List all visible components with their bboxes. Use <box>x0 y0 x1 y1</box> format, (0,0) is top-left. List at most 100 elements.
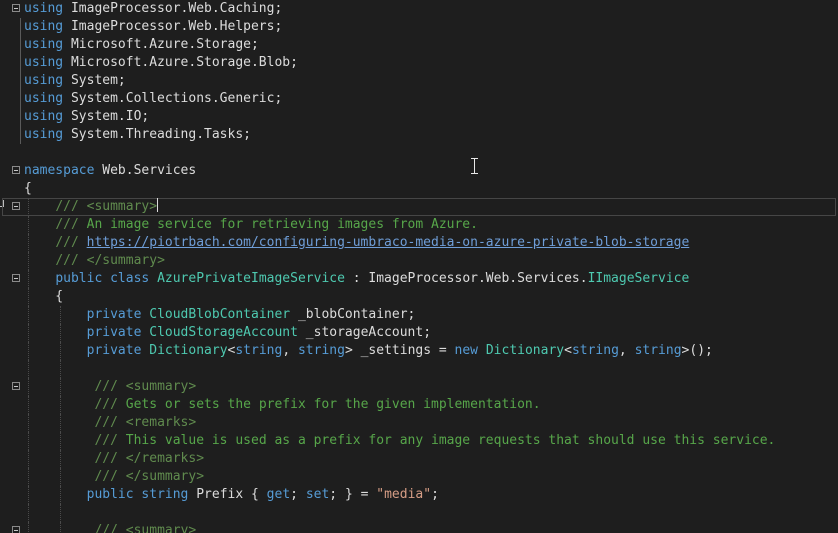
indent-guide <box>20 54 21 72</box>
code-line[interactable]: /// <summary> <box>2 198 836 216</box>
code-line[interactable]: using Microsoft.Azure.Storage; <box>0 36 838 54</box>
code-line[interactable]: /// </summary> <box>0 252 838 270</box>
code-line[interactable]: /// <remarks> <box>0 414 838 432</box>
code-token: using <box>24 73 64 88</box>
code-line[interactable]: namespace Web.Services <box>0 162 838 180</box>
code-line[interactable]: public class AzurePrivateImageService : … <box>0 270 838 288</box>
code-token: set <box>305 487 330 502</box>
code-line[interactable]: private CloudStorageAccount _storageAcco… <box>0 324 838 342</box>
code-text: { <box>24 288 63 306</box>
code-text: private Dictionary<string, string> _sett… <box>24 342 713 360</box>
code-token: : ImageProcessor.Web.Services. <box>344 271 588 286</box>
code-token: /// <box>94 379 118 394</box>
code-token: using <box>24 127 64 142</box>
code-line[interactable]: /// An image service for retrieving imag… <box>0 216 838 234</box>
code-token: < <box>564 343 572 358</box>
code-line[interactable] <box>0 144 838 162</box>
code-line[interactable]: /// </remarks> <box>0 450 838 468</box>
code-token: AzurePrivateImageService <box>157 271 345 286</box>
code-line[interactable]: { <box>0 180 838 198</box>
code-line[interactable]: public string Prefix { get; set; } = "me… <box>0 486 838 504</box>
code-line[interactable]: using System; <box>0 72 838 90</box>
code-line[interactable]: /// <summary> <box>0 522 838 533</box>
collapse-toggle-icon[interactable] <box>12 274 20 282</box>
code-token: /// <box>94 397 118 412</box>
code-text: /// An image service for retrieving imag… <box>24 216 478 234</box>
code-token: { <box>24 289 64 304</box>
code-line[interactable]: private Dictionary<string, string> _sett… <box>0 342 838 360</box>
code-text: /// <remarks> <box>24 414 196 432</box>
code-line[interactable]: /// <summary> <box>0 378 838 396</box>
collapse-toggle-icon[interactable] <box>12 382 20 390</box>
code-text: /// <summary> <box>24 522 196 533</box>
indent-guide <box>60 360 61 378</box>
code-line[interactable]: using ImageProcessor.Web.Caching; <box>0 0 838 18</box>
indent-guide <box>28 504 29 522</box>
code-token: <summary> <box>86 199 158 214</box>
code-token: Prefix { <box>188 487 267 502</box>
collapse-toggle-icon[interactable] <box>12 166 20 174</box>
code-token: CloudBlobContainer <box>149 307 291 322</box>
code-text: /// https://piotrbach.com/configuring-um… <box>24 234 689 252</box>
code-token: public <box>86 487 134 502</box>
indent-guide <box>60 504 61 522</box>
code-line[interactable]: using System.IO; <box>0 108 838 126</box>
code-token: System.Threading.Tasks; <box>63 127 251 142</box>
code-line[interactable]: using System.Collections.Generic; <box>0 90 838 108</box>
code-token: string <box>634 343 682 358</box>
code-line[interactable]: /// </summary> <box>0 468 838 486</box>
indent-guide <box>28 360 29 378</box>
code-token: /// <box>55 199 79 214</box>
code-text: private CloudBlobContainer _blobContaine… <box>24 306 416 324</box>
code-line[interactable]: /// This value is used as a prefix for a… <box>0 432 838 450</box>
indent-guide <box>20 126 21 144</box>
code-token: _blobContainer; <box>290 307 416 322</box>
code-token: System; <box>63 73 126 88</box>
code-token: ; } = <box>329 487 377 502</box>
code-token: new <box>454 343 479 358</box>
code-line[interactable]: using Microsoft.Azure.Storage.Blob; <box>0 54 838 72</box>
code-line[interactable]: using ImageProcessor.Web.Helpers; <box>0 18 838 36</box>
code-text: using Microsoft.Azure.Storage; <box>24 36 259 54</box>
code-token: ; <box>431 487 439 502</box>
code-token: Gets or sets the prefix for the given im… <box>117 397 541 412</box>
code-text: using ImageProcessor.Web.Caching; <box>24 0 282 18</box>
code-token: ImageProcessor.Web.Caching; <box>63 1 283 16</box>
collapse-toggle-icon[interactable] <box>12 202 20 210</box>
code-line[interactable]: private CloudBlobContainer _blobContaine… <box>0 306 838 324</box>
code-line[interactable]: using System.Threading.Tasks; <box>0 126 838 144</box>
code-line[interactable]: /// Gets or sets the prefix for the give… <box>0 396 838 414</box>
code-token: public <box>55 271 103 286</box>
code-line[interactable] <box>0 504 838 522</box>
code-token: string <box>235 343 283 358</box>
code-token: <summary> <box>125 523 197 533</box>
code-text: public string Prefix { get; set; } = "me… <box>24 486 439 504</box>
code-editor[interactable]: using ImageProcessor.Web.Caching; using I… <box>0 0 838 533</box>
code-token: Dictionary <box>149 343 228 358</box>
code-token: /// <box>55 217 79 232</box>
code-token: private <box>86 307 142 322</box>
code-line[interactable]: { <box>0 288 838 306</box>
indent-guide <box>20 18 21 36</box>
collapse-toggle-icon[interactable] <box>12 4 20 12</box>
code-line[interactable] <box>0 360 838 378</box>
doc-link[interactable]: https://piotrbach.com/configuring-umbrac… <box>87 235 690 250</box>
code-line[interactable]: /// https://piotrbach.com/configuring-um… <box>0 234 838 252</box>
code-text: public class AzurePrivateImageService : … <box>24 270 689 288</box>
collapse-toggle-icon[interactable] <box>12 526 20 533</box>
code-token: /// <box>94 451 118 466</box>
code-token: "media" <box>376 487 432 502</box>
code-token: _storageAccount; <box>297 325 432 340</box>
code-text: /// </summary> <box>24 252 165 270</box>
